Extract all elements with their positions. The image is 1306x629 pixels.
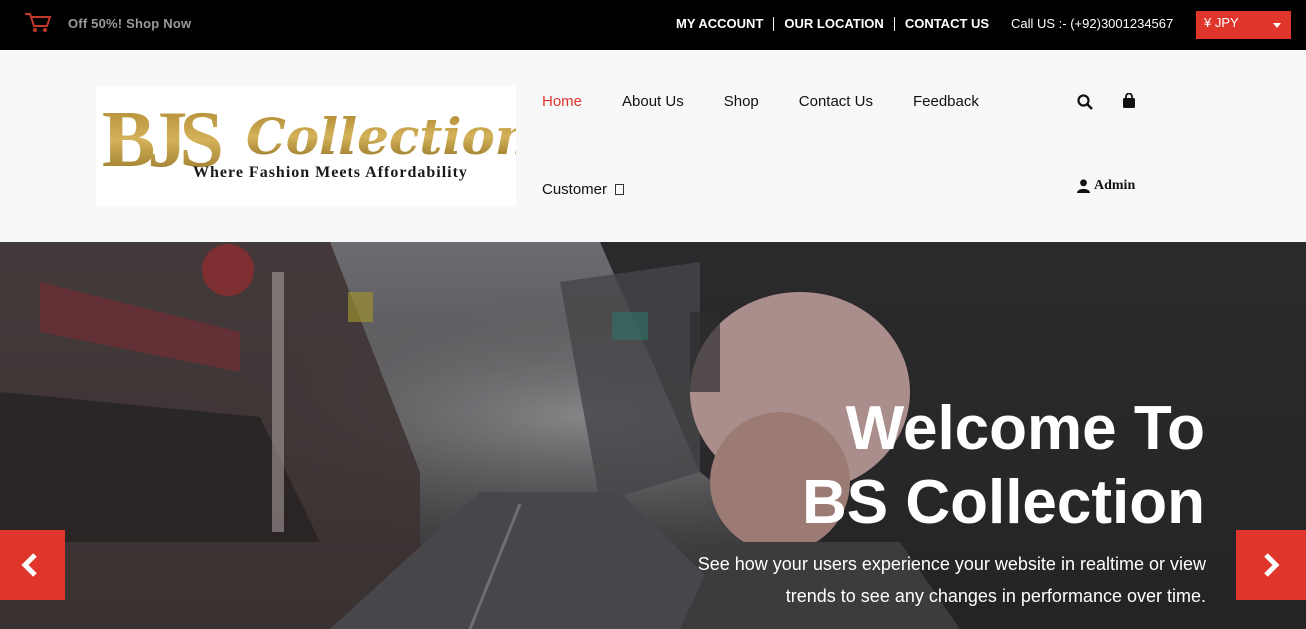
dropdown-icon [615,184,625,195]
nav-contact-us[interactable]: Contact Us [799,93,873,110]
chevron-left-icon [21,553,37,577]
nav-home[interactable]: Home [542,93,582,110]
cart-icon [25,13,52,32]
hero-subtitle-line2: trends to see any changes in performance… [785,586,1206,606]
top-bar: Off 50%! Shop Now MY ACCOUNT OUR LOCATIO… [0,0,1306,50]
shopping-bag-icon[interactable] [1122,93,1136,109]
currency-value: ¥ JPY [1204,15,1239,30]
top-links: MY ACCOUNT OUR LOCATION CONTACT US [666,16,999,31]
slider-prev-button[interactable] [0,530,65,600]
promo-text: Off 50%! Shop Now [68,15,192,31]
logo-image: BJS Collection Where Fashion Meets Affor… [102,96,516,184]
user-icon [1077,179,1090,193]
svg-text:Where Fashion Meets Affordabil: Where Fashion Meets Affordability [193,164,468,181]
nav-about-us[interactable]: About Us [622,93,684,110]
contact-us-top-link[interactable]: CONTACT US [895,16,999,31]
svg-text:Collection: Collection [246,107,516,166]
currency-select[interactable]: ¥ JPY [1196,11,1291,39]
phone-number: Call US :- (+92)3001234567 [1011,16,1174,31]
admin-label: Admin [1094,178,1136,193]
slider-next-button[interactable] [1236,530,1306,600]
hero-title: Welcome To BS Collection [802,392,1205,540]
hero-slider: Welcome To BS Collection See how your us… [0,242,1306,629]
our-location-link[interactable]: OUR LOCATION [774,16,893,31]
promo-link[interactable]: Off 50%! Shop Now [24,12,191,34]
nav-customer[interactable]: Customer [542,181,625,198]
my-account-link[interactable]: MY ACCOUNT [666,16,773,31]
nav-customer-label: Customer [542,181,608,198]
nav-shop[interactable]: Shop [724,93,759,110]
search-icon[interactable] [1077,94,1093,110]
site-header: BJS Collection Where Fashion Meets Affor… [0,50,1306,242]
admin-link[interactable]: Admin [1077,178,1135,194]
nav-feedback[interactable]: Feedback [913,93,979,110]
hero-title-line1: Welcome To [845,394,1205,463]
hero-subtitle: See how your users experience your websi… [646,548,1206,612]
main-nav: Home About Us Shop Contact Us Feedback [542,93,1019,110]
hero-title-line2: BS Collection [801,468,1205,537]
chevron-right-icon [1264,553,1280,577]
chevron-down-icon [1273,23,1281,28]
site-logo[interactable]: BJS Collection Where Fashion Meets Affor… [96,86,516,206]
hero-subtitle-line1: See how your users experience your websi… [697,554,1206,574]
